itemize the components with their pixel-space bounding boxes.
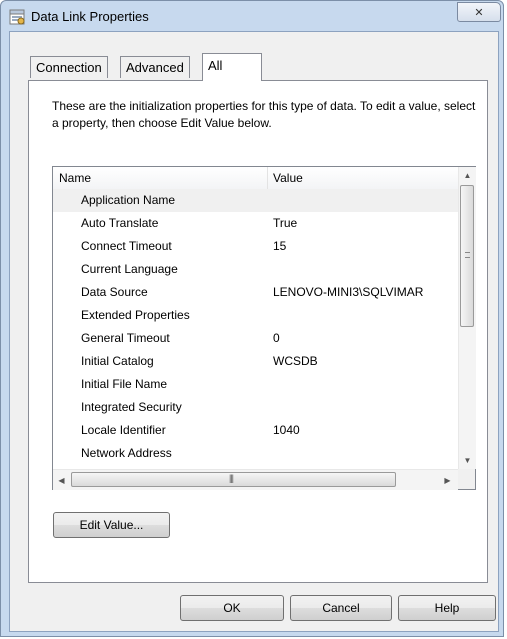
help-button[interactable]: Help [398,595,496,621]
tab-advanced[interactable]: Advanced [120,56,190,78]
ok-button[interactable]: OK [180,595,284,621]
table-row[interactable]: Application Name [53,189,458,212]
property-name: Network Address [81,446,172,460]
property-value: 1040 [273,423,300,437]
tab-label: All [208,58,223,73]
horizontal-scroll-thumb[interactable]: ||| [71,472,396,487]
table-row[interactable]: Locale Identifier 1040 [53,419,458,442]
property-name: Extended Properties [81,308,190,322]
property-name: Current Language [81,262,178,276]
property-name: Locale Identifier [81,423,166,437]
vertical-scrollbar[interactable]: ▲ ▼ [458,167,476,469]
scroll-down-icon[interactable]: ▼ [459,452,476,469]
property-name: Integrated Security [81,400,182,414]
close-icon: ✕ [474,6,484,19]
scroll-left-icon[interactable]: ◀ [53,472,70,489]
description-text: These are the initialization properties … [52,99,476,130]
table-row[interactable]: Connect Timeout 15 [53,235,458,258]
grip-icon: ||| [229,473,234,483]
property-name: Application Name [81,193,176,207]
table-row[interactable]: Data Source LENOVO-MINI3\SQLVIMAR [53,281,458,304]
grid-header: Name Value [53,167,458,190]
tab-all[interactable]: All [202,53,262,81]
property-name: Auto Translate [81,216,159,230]
scrollbar-corner [458,469,475,489]
grip-icon [465,252,470,258]
button-label: Edit Value... [79,518,144,532]
table-row[interactable]: Network Address [53,442,458,465]
property-value: WCSDB [273,354,318,368]
property-name: Initial Catalog [81,354,154,368]
tab-label: Connection [36,60,102,75]
scroll-up-icon[interactable]: ▲ [459,167,476,184]
property-value: 0 [273,331,280,345]
column-header-value[interactable]: Value [273,171,303,185]
column-header-name[interactable]: Name [59,171,91,185]
table-row[interactable]: Initial Catalog WCSDB [53,350,458,373]
property-value: True [273,216,298,230]
cancel-button[interactable]: Cancel [290,595,392,621]
button-label: OK [223,601,241,615]
property-name: Initial File Name [81,377,168,391]
vertical-scroll-thumb[interactable] [460,185,474,327]
table-row[interactable]: Extended Properties [53,304,458,327]
button-label: Cancel [322,601,360,615]
data-link-icon [9,9,25,25]
properties-grid[interactable]: Name Value Application Name Auto Translat… [52,166,476,490]
tab-label: Advanced [126,60,184,75]
property-value: 15 [273,239,287,253]
window-title: Data Link Properties [31,9,149,24]
column-divider[interactable] [267,167,268,189]
tab-connection[interactable]: Connection [30,56,108,78]
edit-value-button[interactable]: Edit Value... [53,512,170,538]
title-bar[interactable]: Data Link Properties ✕ [1,1,503,31]
table-row[interactable]: Integrated Security [53,396,458,419]
property-value: LENOVO-MINI3\SQLVIMAR [273,285,424,299]
close-button[interactable]: ✕ [457,2,501,22]
table-row[interactable]: Initial File Name [53,373,458,396]
property-name: Connect Timeout [81,239,172,253]
property-name: Data Source [81,285,148,299]
table-row[interactable]: Auto Translate True [53,212,458,235]
table-row[interactable]: Current Language [53,258,458,281]
property-name: General Timeout [81,331,170,345]
table-row[interactable]: General Timeout 0 [53,327,458,350]
horizontal-scrollbar[interactable]: ◀ ||| ▶ [53,469,458,490]
button-label: Help [434,601,460,615]
grid-rows: Application Name Auto Translate True Connec… [53,189,458,465]
scroll-right-icon[interactable]: ▶ [439,472,456,489]
